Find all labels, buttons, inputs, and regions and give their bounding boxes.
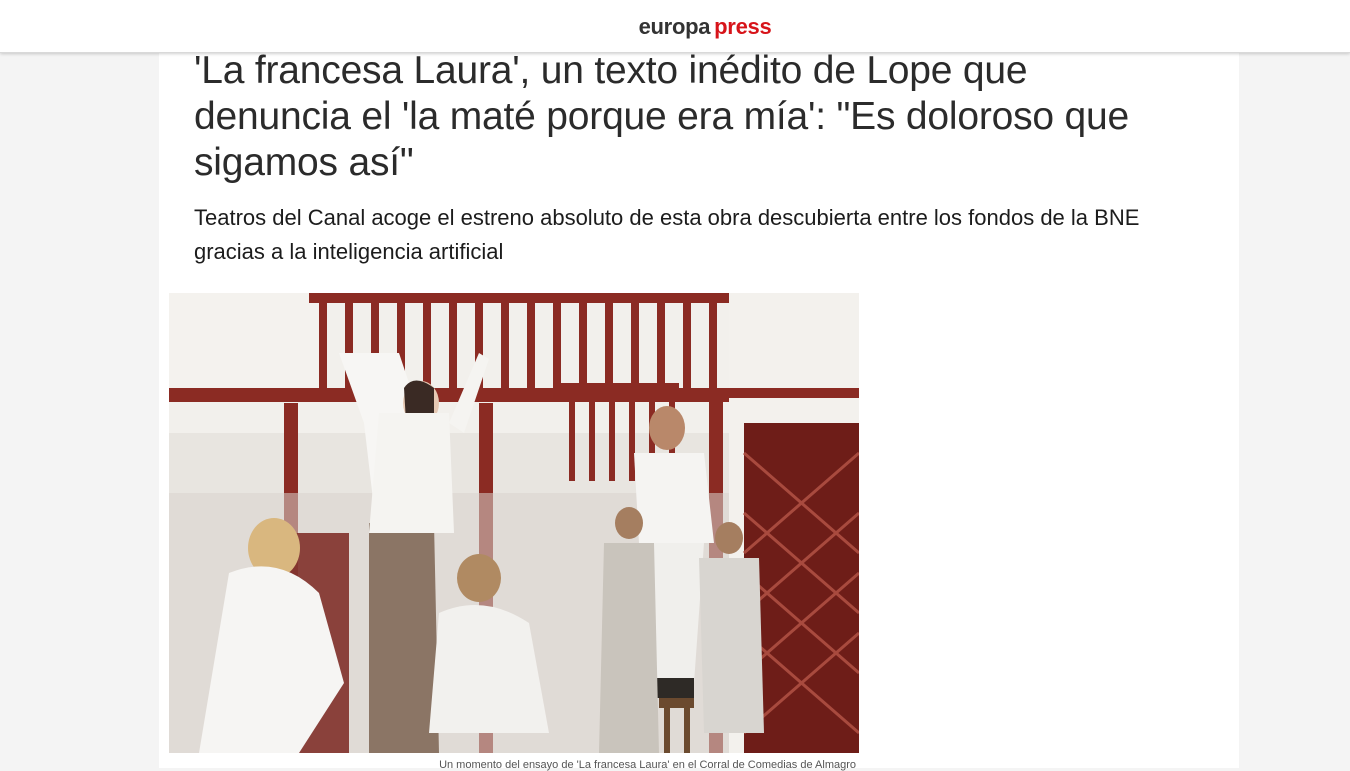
- logo-text-europa: europa: [638, 14, 711, 39]
- logo-text-press: press: [714, 14, 772, 39]
- article-main-image[interactable]: [169, 293, 859, 753]
- article-headline: 'La francesa Laura', un texto inédito de…: [194, 49, 1130, 184]
- europapress-logo[interactable]: europa press: [639, 14, 772, 40]
- image-caption: Un momento del ensayo de 'La francesa La…: [439, 759, 856, 771]
- article-subtitle: Teatros del Canal acoge el estreno absol…: [194, 205, 1140, 264]
- rehearsal-photo: [169, 293, 859, 753]
- site-header: europa press: [0, 0, 1350, 53]
